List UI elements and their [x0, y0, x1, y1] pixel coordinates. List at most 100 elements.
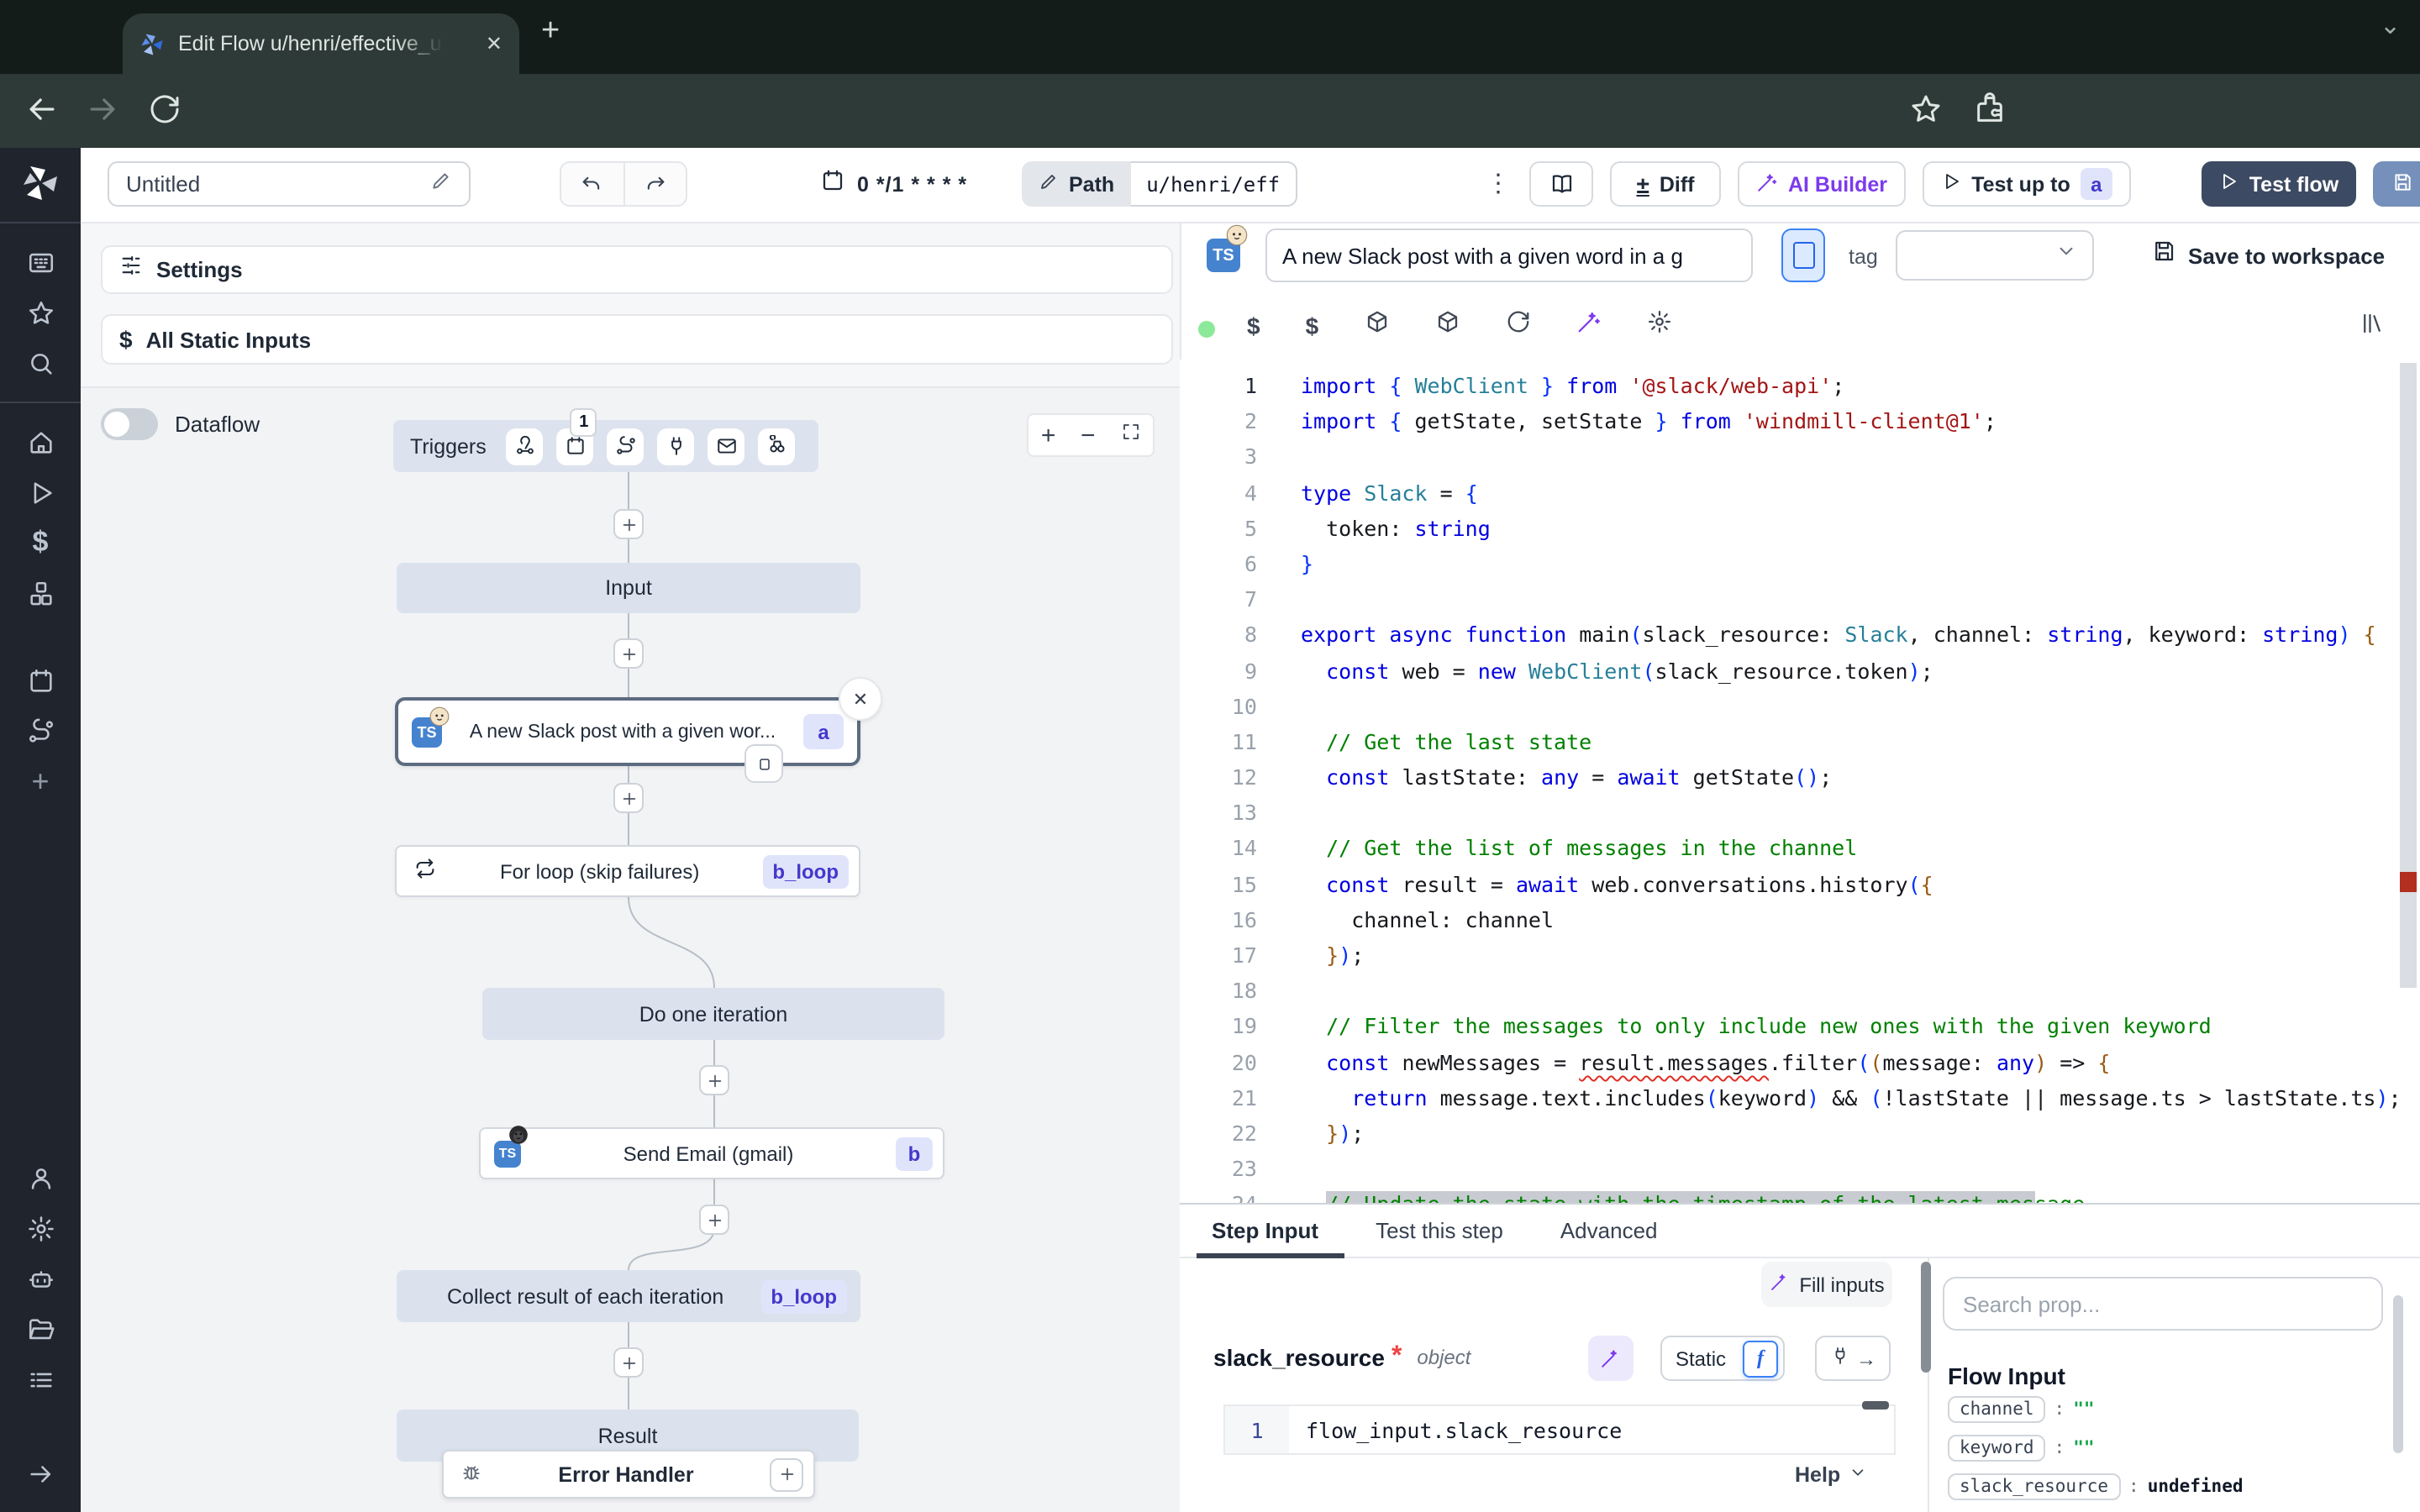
undo-button[interactable] [561, 163, 624, 205]
flow-node-for-loop[interactable]: For loop (skip failures) b_loop [395, 845, 860, 897]
trigger-schedule-button[interactable]: 1 [557, 428, 594, 465]
add-step-button[interactable] [699, 1205, 729, 1235]
forward-icon[interactable] [84, 91, 121, 136]
zoom-in-icon[interactable]: + [1041, 421, 1056, 449]
gear-icon[interactable] [1646, 309, 1671, 343]
tab-step-input[interactable]: Step Input [1212, 1218, 1318, 1243]
delete-step-button[interactable]: ✕ [839, 677, 882, 721]
package-icon[interactable] [1434, 309, 1460, 343]
function-mode-button[interactable]: f [1743, 1340, 1778, 1377]
add-step-button[interactable] [613, 1347, 644, 1378]
ai-builder-button[interactable]: AI Builder [1738, 161, 1906, 207]
static-toggle-group[interactable]: Static f [1660, 1336, 1785, 1381]
redo-button[interactable] [624, 163, 686, 205]
step-summary-input[interactable]: A new Slack post with a given word in a … [1265, 228, 1753, 282]
extensions-puzzle-icon[interactable] [1973, 92, 2007, 134]
sidebar-item-resources[interactable] [0, 568, 81, 618]
settings-bar[interactable]: Settings [101, 245, 1173, 294]
sidebar-item-home[interactable] [0, 417, 81, 467]
library-icon[interactable] [2360, 311, 2385, 344]
ai-fill-button[interactable] [1588, 1336, 1634, 1381]
sidebar-item-apps[interactable] [0, 237, 81, 287]
flow-canvas[interactable]: Dataflow + − Triggers 1 [81, 388, 1180, 1512]
windmill-logo-icon[interactable] [0, 158, 81, 208]
flow-input-prop-row[interactable]: keyword : "" [1948, 1435, 2095, 1462]
browser-tab[interactable]: Edit Flow u/henri/effective_un ✕ [123, 13, 519, 74]
help-button[interactable]: Help [1795, 1460, 1867, 1490]
add-step-button[interactable] [613, 638, 644, 669]
flow-node-error-handler[interactable]: Error Handler [442, 1450, 815, 1499]
bookmark-star-icon[interactable] [1909, 92, 1943, 134]
add-step-button[interactable] [613, 509, 644, 539]
flow-input-prop-row[interactable]: channel : "" [1948, 1396, 2095, 1423]
skip-step-button[interactable] [744, 744, 783, 783]
edit-pencil-icon[interactable] [430, 169, 452, 199]
prop-pill[interactable]: channel [1948, 1396, 2046, 1423]
dataflow-toggle[interactable] [101, 408, 158, 440]
tag-select[interactable] [1896, 230, 2094, 281]
add-step-button[interactable] [699, 1065, 729, 1095]
package-icon[interactable] [1364, 309, 1389, 343]
trigger-route-button[interactable] [608, 428, 644, 465]
sidebar-expand-icon[interactable] [0, 1448, 81, 1499]
sidebar-item-schedules[interactable] [0, 655, 81, 706]
reload-icon[interactable] [148, 92, 182, 134]
flow-node-collect-result[interactable]: Collect result of each iteration b_loop [397, 1270, 860, 1322]
save-to-workspace-button[interactable]: Save to workspace [2151, 239, 2385, 272]
tab-advanced[interactable]: Advanced [1560, 1218, 1658, 1243]
flow-node-input[interactable]: Input [397, 563, 860, 613]
ai-wand-icon[interactable] [1576, 309, 1601, 343]
draft-button[interactable]: Draft [2373, 161, 2420, 207]
sidebar-item-search[interactable] [0, 338, 81, 388]
code-editor[interactable]: 1import { WebClient } from '@slack/web-a… [1180, 360, 2400, 1203]
path-button[interactable]: Path [1022, 161, 1131, 207]
fill-inputs-button[interactable]: Fill inputs [1761, 1262, 1892, 1307]
prop-pill[interactable]: keyword [1948, 1435, 2046, 1462]
expression-editor[interactable]: 1 flow_input.slack_resource [1223, 1404, 1896, 1455]
schedule-cron[interactable]: 0 */1 * * * * [820, 161, 967, 207]
fit-view-icon[interactable] [1120, 420, 1140, 450]
flow-node-slack-step[interactable]: TS A new Slack post with a given wor... … [395, 697, 860, 766]
docs-button[interactable] [1529, 161, 1593, 207]
trigger-websocket-button[interactable] [658, 428, 695, 465]
variables-icon[interactable]: $ [1247, 312, 1260, 339]
test-up-to-button[interactable]: Test up to a [1923, 161, 2131, 207]
trigger-email-button[interactable] [708, 428, 745, 465]
sidebar-item-add[interactable]: + [0, 756, 81, 806]
path-value-input[interactable]: u/henri/eff [1131, 161, 1297, 207]
sidebar-item-folders[interactable] [0, 1304, 81, 1354]
add-error-handler-button[interactable] [770, 1457, 803, 1491]
flow-input-prop-row[interactable]: slack_resource : undefined [1948, 1473, 2244, 1500]
sidebar-item-workers[interactable] [0, 1354, 81, 1404]
reload-icon[interactable] [1505, 309, 1530, 343]
sidebar-item-favorites[interactable] [0, 287, 81, 338]
sidebar-item-variables[interactable]: $ [0, 517, 81, 568]
prop-pill[interactable]: slack_resource [1948, 1473, 2120, 1500]
flow-name-input[interactable]: Untitled [108, 161, 471, 207]
trigger-poll-button[interactable] [759, 428, 796, 465]
tab-close-icon[interactable]: ✕ [486, 32, 502, 55]
editor-drawer-button[interactable] [1781, 228, 1825, 282]
back-icon[interactable] [24, 91, 60, 136]
panel-scrollbar[interactable] [1921, 1262, 1931, 1373]
tab-test-this-step[interactable]: Test this step [1376, 1218, 1503, 1243]
flow-node-send-email[interactable]: TS Send Email (gmail) b [479, 1127, 944, 1179]
connect-input-group[interactable]: → [1815, 1336, 1891, 1381]
sidebar-item-routes[interactable] [0, 706, 81, 756]
sidebar-item-settings[interactable] [0, 1203, 81, 1253]
all-static-inputs-bar[interactable]: $ All Static Inputs [101, 314, 1173, 365]
diff-button[interactable]: ± Diff [1610, 161, 1721, 207]
trigger-webhook-button[interactable] [507, 428, 544, 465]
zoom-out-icon[interactable]: − [1081, 421, 1096, 449]
resources-icon[interactable]: $ [1306, 312, 1319, 339]
test-flow-button[interactable]: Test flow [2202, 161, 2356, 207]
right-column-scrollbar[interactable] [2393, 1295, 2403, 1453]
add-step-button[interactable] [613, 783, 644, 813]
editor-scrollbar[interactable] [2400, 363, 2417, 988]
more-kebab-icon[interactable]: ⋮ [1486, 168, 1511, 198]
tab-search-chevron-icon[interactable]: ⌄ [2380, 10, 2401, 40]
search-prop-input[interactable]: Search prop... [1943, 1277, 2383, 1331]
flow-node-do-one-iteration[interactable]: Do one iteration [482, 988, 944, 1040]
sidebar-item-account[interactable] [0, 1152, 81, 1203]
sidebar-item-runs[interactable] [0, 467, 81, 517]
